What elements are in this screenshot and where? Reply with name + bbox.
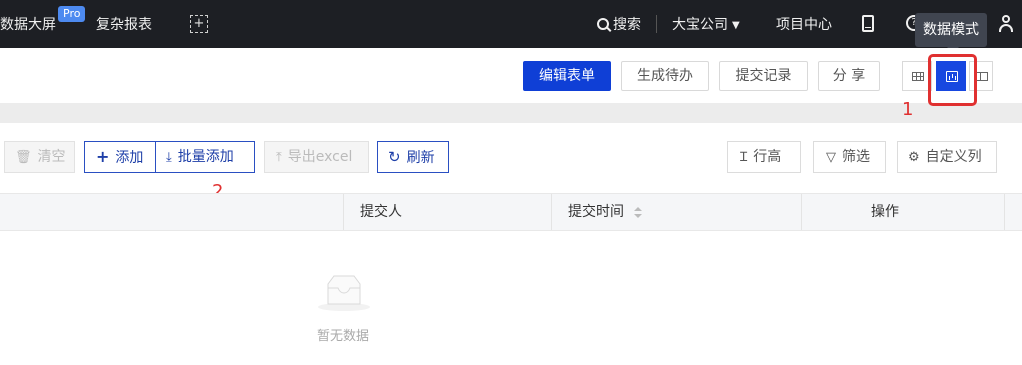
row-height-icon: Ɪ	[740, 150, 748, 165]
company-name: 大宝公司	[672, 17, 728, 33]
generate-todo-button[interactable]: 生成待办	[621, 61, 709, 91]
export-excel-label: 导出excel	[287, 149, 353, 165]
search-icon	[597, 18, 609, 30]
data-panel: 🗑 清空 + 添加 ⤓ 批量添加 ⤒ 导出excel ↻ 刷新 Ɪ 行高 ▽ 筛选 ⚙ 自定义列…	[0, 123, 1022, 365]
column-header-submit-time[interactable]: 提交时间	[568, 194, 624, 230]
export-icon: ⤒	[276, 150, 282, 165]
company-switcher[interactable]: 大宝公司 ▼	[672, 14, 740, 34]
column-divider	[551, 194, 552, 230]
nav-project-center[interactable]: 项目中心	[776, 14, 832, 34]
download-icon: ⤓	[166, 150, 172, 165]
add-button[interactable]: + 添加	[84, 141, 156, 173]
data-mode-tooltip: 数据模式	[915, 13, 987, 53]
plus-icon: +	[96, 147, 110, 166]
nav-data-screen[interactable]: 数据大屏	[0, 14, 56, 34]
search-label: 搜索	[613, 17, 641, 33]
form-toolbar: 编辑表单 生成待办 提交记录 分 享	[0, 48, 1022, 103]
top-navigation-bar: 数据大屏 Pro 复杂报表 + 搜索 大宝公司 ▼ 项目中心 ?	[0, 0, 1022, 48]
custom-columns-label: 自定义列	[925, 149, 982, 165]
empty-inbox-icon	[318, 275, 370, 311]
submit-records-button[interactable]: 提交记录	[719, 61, 808, 91]
edit-form-button[interactable]: 编辑表单	[523, 61, 611, 91]
refresh-label: 刷新	[406, 150, 435, 166]
pro-badge: Pro	[58, 6, 86, 22]
share-button[interactable]: 分 享	[818, 61, 880, 91]
sort-icon[interactable]	[634, 207, 642, 219]
gear-icon: ⚙	[908, 150, 920, 165]
nav-divider	[656, 15, 657, 33]
column-divider	[343, 194, 344, 230]
row-height-label: 行高	[753, 149, 782, 165]
column-header-actions: 操作	[871, 204, 899, 220]
clear-button[interactable]: 🗑 清空	[4, 141, 75, 173]
user-icon[interactable]	[998, 15, 1014, 33]
filter-label: 筛选	[842, 149, 870, 165]
row-height-button[interactable]: Ɪ 行高	[727, 141, 801, 173]
export-excel-button[interactable]: ⤒ 导出excel	[264, 141, 369, 173]
clear-label: 清空	[37, 149, 66, 165]
column-header-submitter[interactable]: 提交人	[360, 194, 402, 230]
add-tab-icon[interactable]: +	[190, 15, 208, 33]
filter-icon: ▽	[826, 150, 836, 165]
caret-down-icon: ▼	[732, 20, 740, 31]
custom-columns-button[interactable]: ⚙ 自定义列	[897, 141, 997, 173]
batch-add-label: 批量添加	[177, 149, 234, 165]
table-grid-icon	[912, 72, 924, 81]
empty-state-text: 暂无数据	[316, 329, 369, 344]
annotation-highlight-box	[928, 54, 977, 106]
search-button[interactable]: 搜索	[597, 14, 641, 34]
column-divider	[801, 194, 802, 230]
column-divider	[1004, 194, 1005, 230]
annotation-marker-1: 1	[902, 99, 914, 120]
table-header: 提交人 提交时间 操作	[0, 193, 1022, 231]
refresh-button[interactable]: ↻ 刷新	[377, 141, 449, 173]
split-view-icon	[976, 72, 988, 81]
mobile-icon[interactable]	[862, 15, 874, 32]
add-label: 添加	[115, 150, 144, 166]
batch-add-button[interactable]: ⤓ 批量添加	[155, 141, 255, 173]
nav-complex-report[interactable]: 复杂报表	[96, 14, 152, 34]
filter-button[interactable]: ▽ 筛选	[813, 141, 886, 173]
trash-icon: 🗑	[15, 150, 32, 165]
refresh-icon: ↻	[388, 148, 401, 166]
